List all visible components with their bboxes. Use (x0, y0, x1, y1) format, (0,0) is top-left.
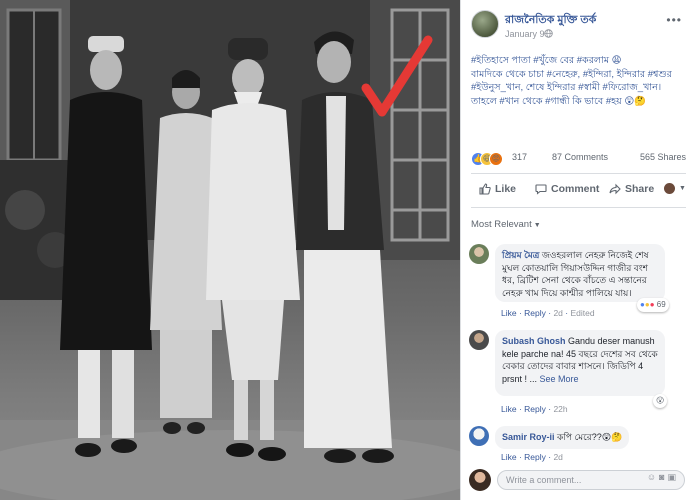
comment-button[interactable]: Comment (535, 183, 599, 195)
share-count[interactable]: 565 Shares (640, 152, 686, 162)
wow-react-icon: 😮 (656, 396, 665, 405)
comment-time[interactable]: 22h (553, 404, 567, 414)
commenter-name[interactable]: Subash Ghosh (502, 336, 566, 346)
share-icon (609, 183, 621, 195)
comment-item: প্রিয়ম মৈত্র জওহরলাল নেহরু নিজেই শেষ মু… (469, 244, 689, 322)
comment-reply-link[interactable]: Reply (524, 308, 546, 318)
comment-input-placeholder: Write a comment... (506, 475, 582, 485)
post-text-line: বামদিকে থেকে চাচা #নেহেরু, #ইন্দিরা, ইন্… (471, 68, 672, 80)
user-avatar[interactable] (469, 469, 491, 491)
reaction-count[interactable]: 317 (512, 152, 527, 162)
comment-edited: Edited (570, 308, 595, 318)
comment-input-tools: ☺◙▣ (647, 472, 679, 483)
commenter-name[interactable]: প্রিয়ম মৈত্র (502, 250, 539, 260)
like-label: Like (495, 183, 517, 195)
comment-icon (535, 184, 547, 195)
comment-like-link[interactable]: Like (501, 452, 517, 462)
comment-count[interactable]: 87 Comments (552, 152, 608, 162)
post-text-line: #ইউনুস_খান, শেষে ইন্দিরার #স্বামী #ফিরোজ… (471, 82, 662, 93)
comment-bubble: Samir Roy-ii কপি মেরে??😲🤔 (495, 426, 630, 449)
comment-bubble: Subash Ghosh Gandu deser manush kele par… (495, 330, 665, 396)
commenter-name[interactable]: Samir Roy-ii (502, 432, 555, 442)
comment-sort-label: Most Relevant (471, 219, 532, 230)
see-more-link[interactable]: See More (540, 374, 579, 384)
page-avatar[interactable] (471, 10, 499, 38)
comment-time[interactable]: 2d (553, 452, 562, 462)
page-name[interactable]: রাজনৈতিক মুক্তি তর্ক (505, 11, 596, 30)
comment-actions: Like · Reply · 2d · Edited (501, 308, 595, 318)
chevron-down-icon: ▼ (533, 222, 541, 229)
comment-item: Samir Roy-ii কপি মেরে??😲🤔 Like · Reply ·… (469, 426, 689, 462)
user-avatar-small (664, 183, 675, 194)
comment-actions: Like · Reply · 22h (501, 404, 568, 414)
chevron-down-icon: ▼ (679, 185, 686, 192)
post-actions: Like Comment Share ▼ (471, 180, 686, 202)
post-text: #ইতিহাসে পাতা #খুঁজে বের #করলাম 😩 বামদিক… (471, 54, 685, 108)
comment-bubble: প্রিয়ম মৈত্র জওহরলাল নেহরু নিজেই শেষ মু… (495, 244, 665, 302)
comment-like-link[interactable]: Like (501, 404, 517, 414)
comment-like-link[interactable]: Like (501, 308, 517, 318)
sticker-icon[interactable]: ▣ (667, 472, 679, 482)
angry-react-icon: 😡 (489, 152, 503, 166)
comment-reactions[interactable]: 😮 (653, 394, 668, 408)
comment-sort-dropdown[interactable]: Most Relevant ▼ (471, 219, 541, 230)
comment-reply-link[interactable]: Reply (524, 404, 546, 414)
globe-icon (544, 29, 553, 38)
like-icon (479, 183, 491, 195)
post-photo[interactable] (0, 0, 460, 500)
commenter-avatar[interactable] (469, 244, 489, 264)
commenter-avatar[interactable] (469, 330, 489, 350)
write-comment-box: Write a comment... ☺◙▣ (469, 468, 687, 492)
comment-actions: Like · Reply · 2d (501, 452, 563, 462)
divider (471, 207, 686, 208)
emoji-icon[interactable]: ☺ (647, 472, 659, 482)
comment-react-count: 69 (656, 300, 666, 309)
comment-reactions[interactable]: ●●● 69 (637, 298, 669, 312)
like-button[interactable]: Like (479, 183, 516, 195)
react-as-button[interactable]: ▼ (664, 183, 686, 194)
comment-time[interactable]: 2d (553, 308, 562, 318)
post-panel: রাজনৈতিক মুক্তি তর্ক January 9 ••• #ইতিহ… (460, 0, 690, 500)
post-text-line: তাহলে #খান থেকে #গান্ধী কি ভাবে #হয় 😲🤔 (471, 95, 647, 107)
post-header: রাজনৈতিক মুক্তি তর্ক January 9 ••• (471, 10, 686, 46)
love-react-icon: ● (649, 300, 655, 309)
commenter-avatar[interactable] (469, 426, 489, 446)
person-1 (60, 36, 152, 457)
comment-reply-link[interactable]: Reply (524, 452, 546, 462)
divider (471, 173, 686, 174)
comment-label: Comment (551, 183, 600, 195)
share-label: Share (625, 183, 655, 195)
historical-photo (0, 0, 460, 500)
comment-item: Subash Ghosh Gandu deser manush kele par… (469, 330, 689, 420)
reactions-summary[interactable]: 👍 😆 😡 317 87 Comments 565 Shares (471, 151, 686, 166)
reaction-icons: 👍 😆 😡 (471, 151, 511, 166)
post-date[interactable]: January 9 (505, 29, 545, 39)
post-text-line: #ইতিহাসে পাতা #খুঁজে বের #করলাম 😩 (471, 55, 622, 66)
comment-text: কপি মেরে??😲🤔 (557, 432, 623, 442)
share-button[interactable]: Share (609, 183, 654, 195)
more-options-icon[interactable]: ••• (666, 13, 682, 27)
